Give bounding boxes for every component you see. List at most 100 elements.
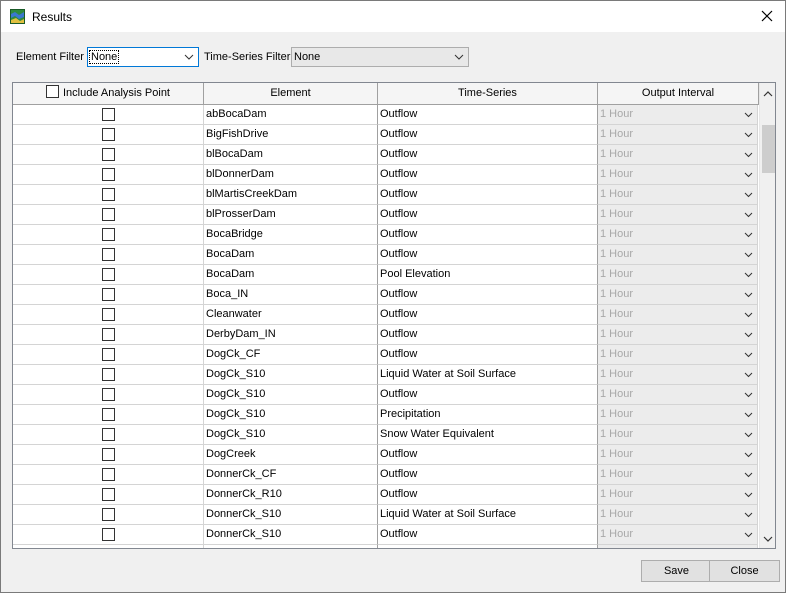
table-row[interactable]: BigFishDrive Outflow 1 Hour — [13, 125, 759, 145]
include-checkbox[interactable] — [102, 468, 115, 481]
table-row[interactable]: blMartisCreekDam Outflow 1 Hour — [13, 185, 759, 205]
include-checkbox[interactable] — [102, 248, 115, 261]
element-cell[interactable]: abBocaDam — [204, 105, 378, 125]
timeseries-cell[interactable]: Outflow — [378, 225, 598, 245]
table-row[interactable]: DonnerCk_S10 Outflow 1 Hour — [13, 525, 759, 545]
include-checkbox[interactable] — [102, 308, 115, 321]
timeseries-cell[interactable] — [378, 545, 598, 548]
include-checkbox[interactable] — [102, 348, 115, 361]
include-checkbox[interactable] — [102, 228, 115, 241]
element-filter-select[interactable]: None — [87, 47, 199, 67]
element-cell[interactable]: blBocaDam — [204, 145, 378, 165]
include-checkbox[interactable] — [102, 128, 115, 141]
table-row[interactable]: DerbyDam_IN Outflow 1 Hour — [13, 325, 759, 345]
include-checkbox[interactable] — [102, 528, 115, 541]
table-row[interactable]: DonnerCk_S10 Liquid Water at Soil Surface… — [13, 505, 759, 525]
table-row[interactable]: DogCk_S10 Precipitation 1 Hour — [13, 405, 759, 425]
table-row[interactable]: BocaDam Outflow 1 Hour — [13, 245, 759, 265]
table-row[interactable] — [13, 545, 759, 548]
timeseries-cell[interactable]: Outflow — [378, 345, 598, 365]
element-cell[interactable]: DonnerCk_S10 — [204, 505, 378, 525]
table-row[interactable]: DogCk_S10 Liquid Water at Soil Surface 1 H… — [13, 365, 759, 385]
element-cell[interactable]: Cleanwater — [204, 305, 378, 325]
table-row[interactable]: blProsserDam Outflow 1 Hour — [13, 205, 759, 225]
element-cell[interactable] — [204, 545, 378, 548]
element-cell[interactable]: BocaDam — [204, 245, 378, 265]
timeseries-cell[interactable]: Outflow — [378, 165, 598, 185]
header-timeseries[interactable]: Time-Series — [378, 83, 598, 105]
include-all-checkbox[interactable] — [45, 85, 59, 98]
timeseries-cell[interactable]: Outflow — [378, 205, 598, 225]
include-checkbox[interactable] — [102, 388, 115, 401]
element-cell[interactable]: DogCk_S10 — [204, 405, 378, 425]
include-checkbox[interactable] — [102, 288, 115, 301]
include-checkbox[interactable] — [102, 368, 115, 381]
close-window-icon[interactable] — [757, 6, 777, 26]
element-cell[interactable]: DogCk_S10 — [204, 425, 378, 445]
timeseries-cell[interactable]: Outflow — [378, 105, 598, 125]
include-checkbox[interactable] — [102, 328, 115, 341]
timeseries-cell[interactable]: Outflow — [378, 465, 598, 485]
timeseries-cell[interactable]: Outflow — [378, 445, 598, 465]
timeseries-cell[interactable]: Liquid Water at Soil Surface — [378, 505, 598, 525]
timeseries-cell[interactable]: Outflow — [378, 385, 598, 405]
include-checkbox[interactable] — [102, 168, 115, 181]
element-cell[interactable]: blMartisCreekDam — [204, 185, 378, 205]
timeseries-cell[interactable]: Liquid Water at Soil Surface — [378, 365, 598, 385]
include-checkbox[interactable] — [102, 488, 115, 501]
timeseries-cell[interactable]: Precipitation — [378, 405, 598, 425]
table-row[interactable]: DonnerCk_R10 Outflow 1 Hour — [13, 485, 759, 505]
scroll-down-icon[interactable] — [763, 534, 773, 544]
table-row[interactable]: DogCk_S10 Snow Water Equivalent 1 Hour — [13, 425, 759, 445]
table-row[interactable]: DogCk_CF Outflow 1 Hour — [13, 345, 759, 365]
table-row[interactable]: DogCreek Outflow 1 Hour — [13, 445, 759, 465]
timeseries-cell[interactable]: Outflow — [378, 285, 598, 305]
timeseries-cell[interactable]: Outflow — [378, 245, 598, 265]
table-row[interactable]: BocaDam Pool Elevation 1 Hour — [13, 265, 759, 285]
save-button[interactable]: Save — [641, 560, 712, 582]
element-cell[interactable]: blDonnerDam — [204, 165, 378, 185]
table-row[interactable]: blDonnerDam Outflow 1 Hour — [13, 165, 759, 185]
include-checkbox[interactable] — [102, 508, 115, 521]
scrollbar-thumb[interactable] — [762, 125, 775, 173]
table-row[interactable]: DogCk_S10 Outflow 1 Hour — [13, 385, 759, 405]
timeseries-cell[interactable]: Outflow — [378, 185, 598, 205]
include-checkbox[interactable] — [102, 148, 115, 161]
header-element[interactable]: Element — [204, 83, 378, 105]
element-cell[interactable]: DerbyDam_IN — [204, 325, 378, 345]
table-row[interactable]: Cleanwater Outflow 1 Hour — [13, 305, 759, 325]
close-button[interactable]: Close — [709, 560, 780, 582]
timeseries-cell[interactable]: Outflow — [378, 485, 598, 505]
include-checkbox[interactable] — [102, 108, 115, 121]
header-output-interval[interactable]: Output Interval — [598, 83, 759, 105]
table-row[interactable]: blBocaDam Outflow 1 Hour — [13, 145, 759, 165]
timeseries-cell[interactable]: Pool Elevation — [378, 265, 598, 285]
timeseries-cell[interactable]: Outflow — [378, 305, 598, 325]
timeseries-cell[interactable]: Outflow — [378, 325, 598, 345]
table-row[interactable]: BocaBridge Outflow 1 Hour — [13, 225, 759, 245]
include-checkbox[interactable] — [102, 188, 115, 201]
element-cell[interactable]: BocaDam — [204, 265, 378, 285]
element-cell[interactable]: BocaBridge — [204, 225, 378, 245]
header-include-analysis-point[interactable]: Include Analysis Point — [13, 83, 204, 105]
vertical-scrollbar[interactable] — [759, 83, 775, 548]
timeseries-filter-select[interactable]: None — [291, 47, 469, 67]
timeseries-cell[interactable]: Outflow — [378, 125, 598, 145]
timeseries-cell[interactable]: Outflow — [378, 145, 598, 165]
table-row[interactable]: DonnerCk_CF Outflow 1 Hour — [13, 465, 759, 485]
table-row[interactable]: abBocaDam Outflow 1 Hour — [13, 105, 759, 125]
element-cell[interactable]: DogCk_CF — [204, 345, 378, 365]
element-cell[interactable]: DonnerCk_CF — [204, 465, 378, 485]
include-checkbox[interactable] — [102, 448, 115, 461]
element-cell[interactable]: Boca_IN — [204, 285, 378, 305]
scroll-up-icon[interactable] — [763, 89, 773, 99]
timeseries-cell[interactable]: Outflow — [378, 525, 598, 545]
table-row[interactable]: Boca_IN Outflow 1 Hour — [13, 285, 759, 305]
include-checkbox[interactable] — [102, 208, 115, 221]
timeseries-cell[interactable]: Snow Water Equivalent — [378, 425, 598, 445]
element-cell[interactable]: DogCreek — [204, 445, 378, 465]
include-checkbox[interactable] — [102, 408, 115, 421]
include-checkbox[interactable] — [102, 268, 115, 281]
include-checkbox[interactable] — [102, 428, 115, 441]
element-cell[interactable]: DonnerCk_S10 — [204, 525, 378, 545]
